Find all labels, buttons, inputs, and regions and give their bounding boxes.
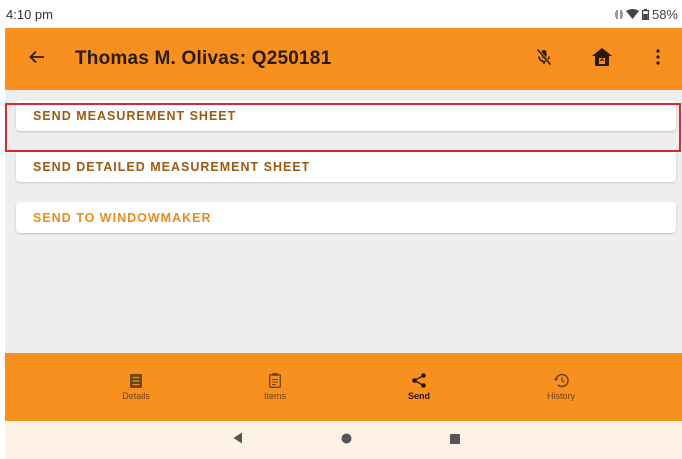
nav-items[interactable]: Items — [230, 353, 320, 421]
bottom-navigation: Details Items Send History — [5, 353, 682, 421]
more-vert-icon — [656, 48, 660, 70]
status-icons: 58% — [614, 6, 678, 22]
status-bar: 4:10 pm 58% — [5, 0, 682, 28]
nav-history[interactable]: History — [516, 353, 606, 421]
page-title: Thomas M. Olivas: Q250181 — [75, 48, 332, 69]
nav-details-label: Details — [122, 390, 150, 401]
send-to-windowmaker-button[interactable]: SEND TO WINDOWMAKER — [16, 202, 676, 233]
nav-history-label: History — [546, 391, 575, 401]
system-navigation-bar — [5, 421, 682, 459]
home-icon — [591, 47, 613, 72]
system-recents-button[interactable] — [446, 431, 464, 449]
app-frame: 4:10 pm 58% Thomas M. Olivas: Q250181 SE… — [5, 0, 682, 459]
nav-send[interactable]: Send — [374, 353, 464, 421]
clipboard-icon — [269, 373, 281, 388]
mic-off-icon — [536, 48, 552, 71]
square-recents-icon — [450, 431, 460, 449]
system-back-button[interactable] — [229, 431, 247, 449]
mic-off-button[interactable] — [524, 39, 564, 79]
back-button[interactable] — [17, 39, 57, 79]
circle-home-icon — [341, 431, 352, 449]
share-icon — [412, 373, 426, 388]
send-detailed-measurement-sheet-button[interactable]: SEND DETAILED MEASUREMENT SHEET — [16, 151, 676, 182]
wifi-icon — [625, 9, 639, 19]
send-options: SEND MEASUREMENT SHEET SEND DETAILED MEA… — [5, 90, 682, 353]
system-home-button[interactable] — [337, 431, 355, 449]
status-time: 4:10 pm — [6, 6, 53, 22]
nav-send-label: Send — [407, 391, 430, 401]
list-icon — [130, 373, 142, 388]
send-measurement-sheet-button[interactable]: SEND MEASUREMENT SHEET — [16, 100, 676, 131]
back-arrow-icon — [29, 50, 45, 69]
vibrate-icon — [614, 9, 623, 20]
nav-details[interactable]: Details — [91, 353, 181, 421]
battery-icon — [641, 8, 649, 20]
battery-percent: 58% — [651, 6, 678, 22]
overflow-menu-button[interactable] — [638, 39, 678, 79]
app-bar: Thomas M. Olivas: Q250181 — [5, 28, 682, 90]
nav-items-label: Items — [263, 391, 286, 401]
triangle-back-icon — [233, 431, 243, 449]
history-icon — [553, 373, 569, 388]
home-button[interactable] — [582, 39, 622, 79]
